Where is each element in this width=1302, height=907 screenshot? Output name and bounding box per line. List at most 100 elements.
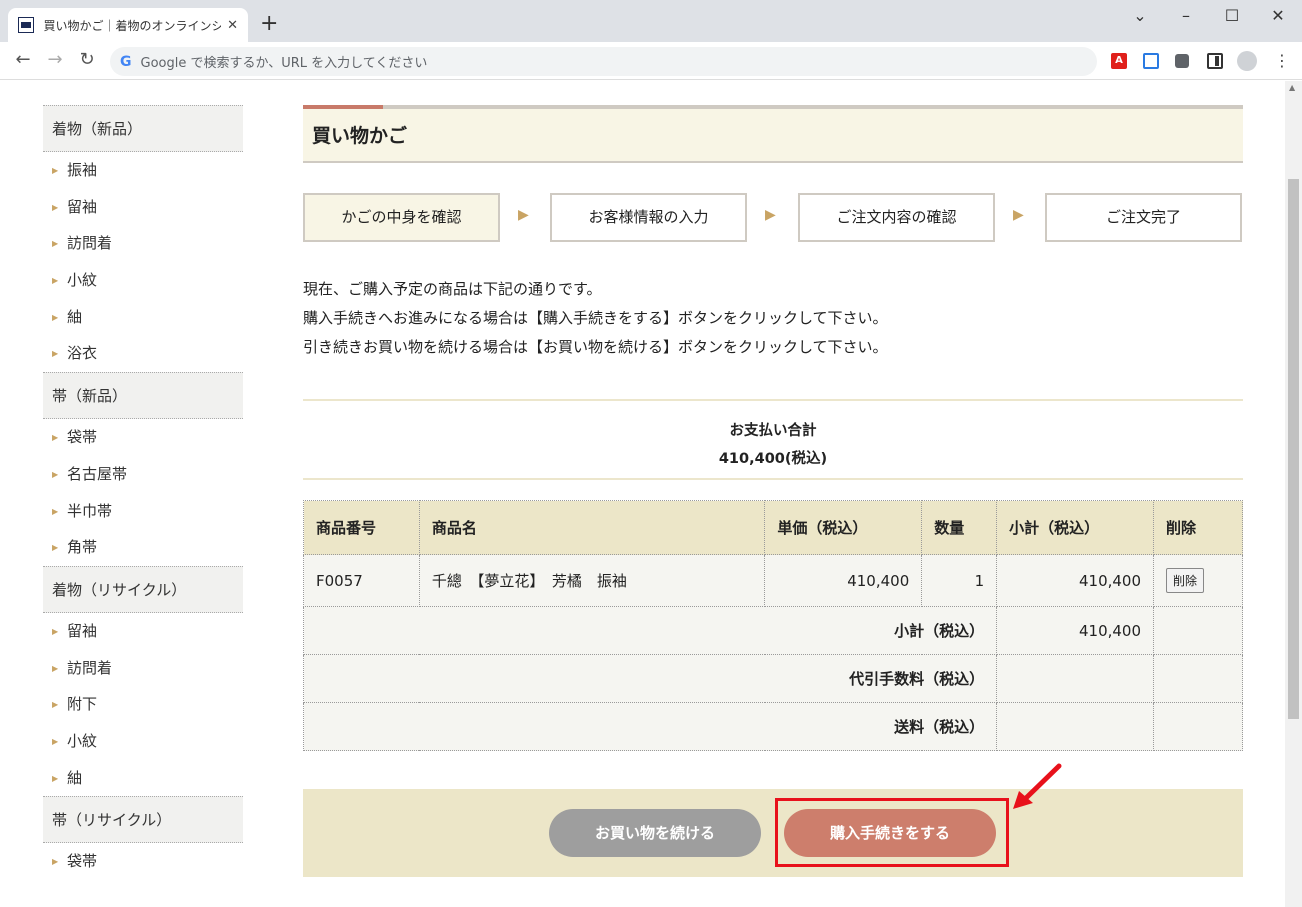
sidebar-item-label: 振袖	[67, 161, 98, 179]
title-accent-bar	[303, 105, 1243, 109]
bullet-triangle-icon: ▶	[52, 506, 59, 516]
delete-item-button[interactable]: 削除	[1166, 568, 1205, 593]
total-label: お支払い合計	[729, 423, 817, 439]
bullet-triangle-icon: ▶	[52, 626, 59, 636]
scroll-thumb[interactable]	[1288, 179, 1299, 719]
summary-label: 代引手数料（税込）	[302, 654, 998, 703]
sidebar-item[interactable]: ▶ 留袖	[43, 189, 243, 226]
sidebar-item[interactable]: ▶ 小紋	[43, 723, 243, 760]
extension-icon[interactable]	[1143, 53, 1159, 69]
col-header-qty: 数量	[921, 500, 998, 555]
item-code: F0057	[303, 554, 420, 607]
page-scrollbar[interactable]: ▲	[1285, 81, 1302, 907]
sidebar-item[interactable]: ▶ 留袖	[43, 613, 243, 650]
extensions-puzzle-icon[interactable]	[1175, 54, 1189, 68]
sidebar-item[interactable]: ▶ 浴衣	[43, 335, 243, 372]
sidebar-item[interactable]: ▶ 小紋	[43, 262, 243, 299]
scroll-up-icon[interactable]: ▲	[1289, 83, 1295, 92]
tab-search-icon[interactable]: ⌄	[1125, 6, 1155, 25]
bullet-triangle-icon: ▶	[52, 736, 59, 746]
maximize-icon[interactable]: ☐	[1217, 6, 1247, 25]
intro-line: 現在、ご購入予定の商品は下記の通りです。	[303, 280, 602, 298]
category-sidebar: 着物（新品） ▶ 振袖 ▶ 留袖 ▶ 訪問着 ▶ 小紋 ▶ 紬 ▶ 浴衣 帯（新品） ▶ 袋帯 ▶ 名古屋帯 ▶ 半巾…	[43, 105, 243, 880]
intro-line: 引き続きお買い物を続ける場合は【お買い物を続ける】ボタンをクリックして下さい。	[303, 338, 888, 356]
browser-menu-icon[interactable]: ⋮	[1274, 51, 1290, 70]
intro-text: 現在、ご購入予定の商品は下記の通りです。 購入手続きへお進みになる場合は【購入手…	[303, 275, 888, 362]
cart-table: 商品番号 商品名 単価（税込） 数量 小計（税込） 削除 F0057 千總 【夢…	[302, 500, 1243, 751]
address-placeholder: Google で検索するか、URL を入力してください	[140, 56, 428, 71]
sidebar-item[interactable]: ▶ 袋帯	[43, 419, 243, 456]
sidebar-item[interactable]: ▶ 紬	[43, 299, 243, 336]
bullet-triangle-icon: ▶	[52, 700, 59, 710]
continue-shopping-button[interactable]: お買い物を続ける	[549, 809, 761, 857]
sidebar-item-label: 紬	[67, 307, 83, 326]
minimize-icon[interactable]: –	[1171, 6, 1201, 25]
col-header-code: 商品番号	[303, 500, 420, 555]
bullet-triangle-icon: ▶	[52, 202, 59, 212]
summary-label: 送料（税込）	[302, 702, 998, 751]
sidebar-category[interactable]: 着物（新品）	[43, 105, 243, 152]
cart-main: 買い物かご かごの中身を確認 ▶ お客様情報の入力 ▶ ご注文内容の確認 ▶ ご…	[302, 105, 1243, 877]
google-icon: G	[120, 53, 132, 70]
sidebar-item[interactable]: ▶ 角帯	[43, 529, 243, 566]
sidebar-item-label: 附下	[67, 695, 98, 714]
address-bar[interactable]: G Google で検索するか、URL を入力してください	[110, 47, 1097, 76]
step-cart: かごの中身を確認	[303, 193, 500, 242]
browser-tab[interactable]: 買い物かご｜着物のオンラインショップ ✕	[8, 8, 248, 42]
sidebar-item[interactable]: ▶ 振袖	[43, 152, 243, 189]
sidebar-item-label: 留袖	[67, 621, 98, 640]
sidebar-item[interactable]: ▶ 半巾帯	[43, 493, 243, 530]
bullet-triangle-icon: ▶	[52, 312, 59, 322]
sidebar-item-label: 袋帯	[67, 428, 98, 447]
sidebar-item[interactable]: ▶ 名古屋帯	[43, 456, 243, 493]
bullet-triangle-icon: ▶	[52, 663, 59, 673]
forward-icon[interactable]: →	[44, 50, 66, 70]
step-customer-info: お客様情報の入力	[550, 193, 747, 242]
side-panel-icon[interactable]	[1207, 53, 1223, 69]
summary-row-subtotal: 小計（税込） 410,400	[302, 606, 1243, 655]
tab-title: 買い物かご｜着物のオンラインショップ	[43, 18, 222, 33]
step-confirm: ご注文内容の確認	[798, 193, 995, 242]
pdf-extension-icon[interactable]: A	[1111, 53, 1127, 69]
sidebar-item-label: 訪問着	[67, 234, 113, 253]
summary-value: 410,400	[996, 606, 1155, 655]
sidebar-item-label: 小紋	[67, 271, 98, 290]
cart-header-row: 商品番号 商品名 単価（税込） 数量 小計（税込） 削除	[303, 500, 1243, 555]
back-icon[interactable]: ←	[12, 50, 34, 70]
sidebar-category[interactable]: 着物（リサイクル）	[43, 565, 243, 613]
bullet-triangle-icon: ▶	[52, 857, 59, 867]
col-header-subtotal: 小計（税込）	[996, 500, 1155, 555]
sidebar-item[interactable]: ▶ 紬	[43, 760, 243, 797]
page-title: 買い物かご	[303, 109, 1243, 163]
item-subtotal: 410,400	[996, 554, 1155, 607]
col-header-name: 商品名	[418, 500, 766, 555]
summary-row-cod-fee: 代引手数料（税込）	[302, 654, 1243, 703]
browser-titlebar: 買い物かご｜着物のオンラインショップ ✕ + ⌄ – ☐ ✕	[0, 0, 1302, 42]
bullet-triangle-icon: ▶	[52, 433, 59, 443]
sidebar-category[interactable]: 帯（新品）	[43, 372, 243, 420]
table-row: F0057 千總 【夢立花】 芳橘 振袖 410,400 1 410,400 削…	[303, 554, 1243, 607]
profile-avatar-icon[interactable]	[1237, 51, 1257, 71]
site-favicon-icon	[18, 17, 34, 33]
sidebar-item[interactable]: ▶ 訪問着	[43, 650, 243, 687]
annotation-highlight-box	[775, 798, 1009, 867]
summary-value	[996, 654, 1155, 703]
sidebar-item[interactable]: ▶ 袋帯	[43, 843, 243, 880]
item-unit-price: 410,400	[764, 554, 923, 607]
bullet-triangle-icon: ▶	[52, 276, 59, 286]
tab-close-icon[interactable]: ✕	[227, 18, 238, 33]
cart-action-bar: お買い物を続ける 購入手続きをする	[303, 763, 1243, 877]
reload-icon[interactable]: ↻	[76, 50, 98, 70]
sidebar-item[interactable]: ▶ 附下	[43, 686, 243, 723]
sidebar-item-label: 袋帯	[67, 852, 98, 871]
sidebar-item[interactable]: ▶ 訪問着	[43, 225, 243, 262]
summary-row-shipping: 送料（税込）	[302, 702, 1243, 751]
payment-total: お支払い合計 410,400(税込)	[303, 399, 1243, 480]
new-tab-icon[interactable]: +	[260, 12, 278, 36]
summary-empty-cell	[1153, 702, 1243, 751]
bullet-triangle-icon: ▶	[52, 239, 59, 249]
bullet-triangle-icon: ▶	[52, 773, 59, 783]
window-close-icon[interactable]: ✕	[1263, 6, 1293, 25]
sidebar-category[interactable]: 帯（リサイクル）	[43, 796, 243, 844]
sidebar-item-label: 留袖	[67, 197, 98, 216]
